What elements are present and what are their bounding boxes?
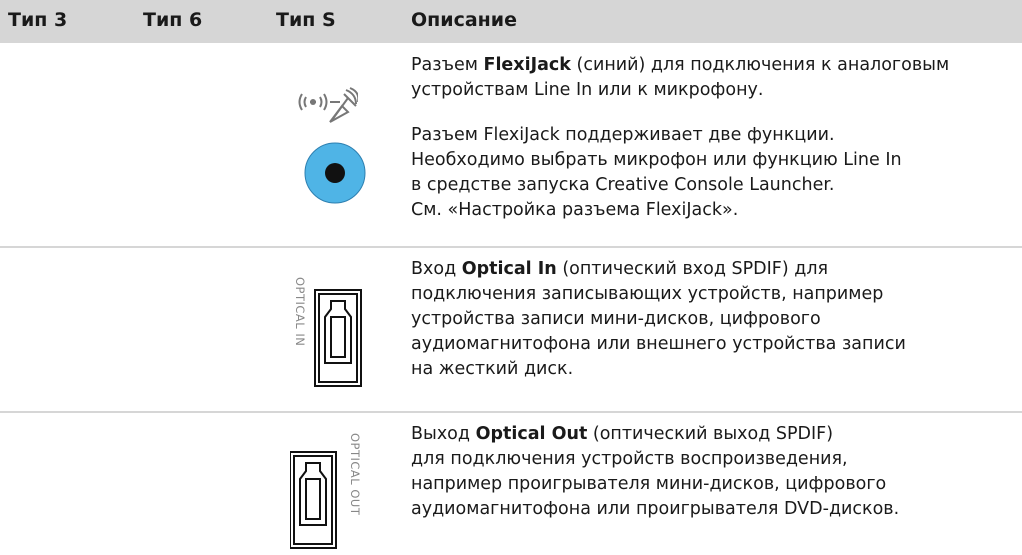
optical-in-icon: OPTICAL IN	[293, 277, 362, 387]
row-divider	[0, 411, 1022, 413]
table-header: Тип 3 Тип 6 Тип S Описание	[0, 0, 1022, 43]
text-rest: (оптический вход SPDIF) для	[556, 259, 829, 279]
text-bold-term: FlexiJack	[483, 55, 571, 75]
text-line: См. «Настройка разъема FlexiJack».	[411, 200, 739, 220]
text-line: устройства записи мини-дисков, цифрового	[411, 309, 821, 329]
text-line: на жесткий диск.	[411, 359, 574, 379]
flexijack-description-1: Разъем FlexiJack (синий) для подключения…	[411, 53, 1016, 103]
text-bold-term: Optical Out	[475, 424, 588, 444]
text-prefix: Выход	[411, 424, 476, 444]
text-prefix: Вход	[411, 259, 462, 279]
text-line: например проигрывателя мини-дисков, цифр…	[411, 474, 887, 494]
optical-out-label: OPTICAL OUT	[348, 433, 362, 516]
flexijack-mic-linein-icon	[298, 87, 358, 123]
column-header-type3: Тип 3	[8, 9, 68, 31]
text-bold-term: Optical In	[461, 259, 557, 279]
optical-out-icon: OPTICAL OUT	[290, 433, 362, 549]
optical-out-description: Выход Optical Out (оптический выход SPDI…	[411, 422, 1016, 522]
column-header-types: Тип S	[276, 9, 336, 31]
text-prefix: Разъем	[411, 55, 484, 75]
optical-in-label: OPTICAL IN	[293, 277, 307, 346]
text-line: Необходимо выбрать микрофон или функцию …	[411, 150, 902, 170]
text-line: аудиомагнитофона или проигрывателя DVD-д…	[411, 499, 900, 519]
column-header-description: Описание	[411, 9, 518, 31]
column-header-type6: Тип 6	[143, 9, 203, 31]
optical-in-description: Вход Optical In (оптический вход SPDIF) …	[411, 257, 1016, 382]
text-rest: (оптический выход SPDIF)	[587, 424, 834, 444]
text-line: подключения записывающих устройств, напр…	[411, 284, 884, 304]
text-line: аудиомагнитофона или внешнего устройства…	[411, 334, 906, 354]
text-line: в средстве запуска Creative Console Laun…	[411, 175, 835, 195]
text-line: Разъем FlexiJack поддерживает две функци…	[411, 125, 835, 145]
flexijack-connector-icon	[304, 142, 366, 204]
text-line: для подключения устройств воспроизведени…	[411, 449, 848, 469]
flexijack-description-2: Разъем FlexiJack поддерживает две функци…	[411, 123, 1016, 223]
